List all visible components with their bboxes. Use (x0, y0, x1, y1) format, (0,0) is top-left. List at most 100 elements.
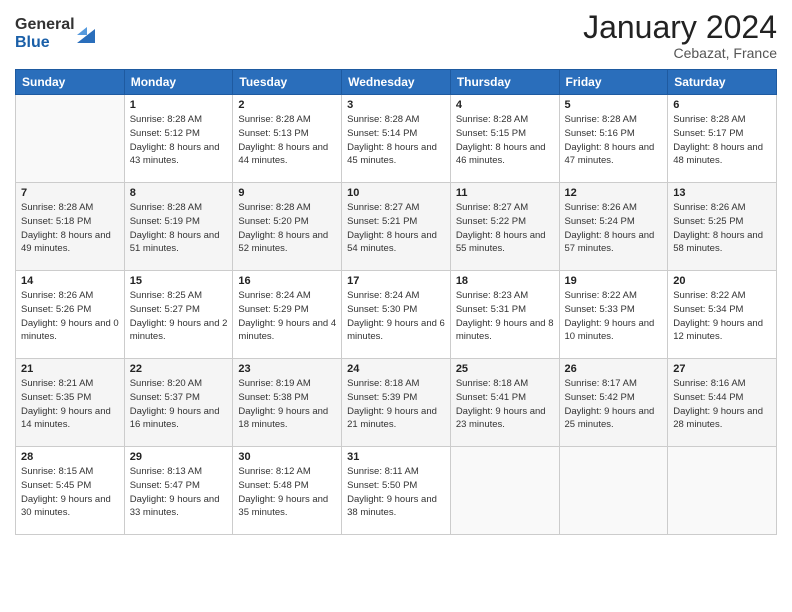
table-row (668, 447, 777, 535)
sunrise: Sunrise: 8:27 AM (347, 202, 419, 213)
day-number: 24 (347, 363, 445, 375)
table-row: 29 Sunrise: 8:13 AM Sunset: 5:47 PM Dayl… (124, 447, 233, 535)
sunset: Sunset: 5:27 PM (130, 304, 200, 315)
cell-content: Sunrise: 8:28 AM Sunset: 5:20 PM Dayligh… (238, 201, 336, 256)
daylight: Daylight: 9 hours and 38 minutes. (347, 494, 437, 519)
col-tuesday: Tuesday (233, 70, 342, 95)
cell-content: Sunrise: 8:17 AM Sunset: 5:42 PM Dayligh… (565, 377, 663, 432)
table-row (16, 95, 125, 183)
sunset: Sunset: 5:18 PM (21, 216, 91, 227)
cell-content: Sunrise: 8:28 AM Sunset: 5:18 PM Dayligh… (21, 201, 119, 256)
table-row: 14 Sunrise: 8:26 AM Sunset: 5:26 PM Dayl… (16, 271, 125, 359)
col-sunday: Sunday (16, 70, 125, 95)
col-wednesday: Wednesday (342, 70, 451, 95)
day-number: 5 (565, 99, 663, 111)
day-number: 30 (238, 451, 336, 463)
cell-content: Sunrise: 8:27 AM Sunset: 5:22 PM Dayligh… (456, 201, 554, 256)
day-number: 14 (21, 275, 119, 287)
sunrise: Sunrise: 8:11 AM (347, 466, 419, 477)
col-saturday: Saturday (668, 70, 777, 95)
col-thursday: Thursday (450, 70, 559, 95)
cell-content: Sunrise: 8:11 AM Sunset: 5:50 PM Dayligh… (347, 465, 445, 520)
table-row: 30 Sunrise: 8:12 AM Sunset: 5:48 PM Dayl… (233, 447, 342, 535)
table-row: 21 Sunrise: 8:21 AM Sunset: 5:35 PM Dayl… (16, 359, 125, 447)
table-row: 10 Sunrise: 8:27 AM Sunset: 5:21 PM Dayl… (342, 183, 451, 271)
table-row: 13 Sunrise: 8:26 AM Sunset: 5:25 PM Dayl… (668, 183, 777, 271)
sunset: Sunset: 5:41 PM (456, 392, 526, 403)
sunrise: Sunrise: 8:28 AM (130, 114, 202, 125)
sunrise: Sunrise: 8:18 AM (456, 378, 528, 389)
day-number: 28 (21, 451, 119, 463)
sunrise: Sunrise: 8:26 AM (673, 202, 745, 213)
cell-content: Sunrise: 8:28 AM Sunset: 5:16 PM Dayligh… (565, 113, 663, 168)
sunset: Sunset: 5:25 PM (673, 216, 743, 227)
day-number: 8 (130, 187, 228, 199)
daylight: Daylight: 9 hours and 10 minutes. (565, 318, 655, 343)
day-number: 4 (456, 99, 554, 111)
day-number: 23 (238, 363, 336, 375)
cell-content: Sunrise: 8:13 AM Sunset: 5:47 PM Dayligh… (130, 465, 228, 520)
cell-content: Sunrise: 8:28 AM Sunset: 5:19 PM Dayligh… (130, 201, 228, 256)
daylight: Daylight: 9 hours and 2 minutes. (130, 318, 228, 343)
daylight: Daylight: 9 hours and 6 minutes. (347, 318, 445, 343)
table-row: 15 Sunrise: 8:25 AM Sunset: 5:27 PM Dayl… (124, 271, 233, 359)
table-row: 28 Sunrise: 8:15 AM Sunset: 5:45 PM Dayl… (16, 447, 125, 535)
day-number: 17 (347, 275, 445, 287)
table-row: 23 Sunrise: 8:19 AM Sunset: 5:38 PM Dayl… (233, 359, 342, 447)
table-row: 20 Sunrise: 8:22 AM Sunset: 5:34 PM Dayl… (668, 271, 777, 359)
sunset: Sunset: 5:35 PM (21, 392, 91, 403)
day-number: 16 (238, 275, 336, 287)
day-number: 6 (673, 99, 771, 111)
day-number: 29 (130, 451, 228, 463)
sunrise: Sunrise: 8:12 AM (238, 466, 310, 477)
day-number: 26 (565, 363, 663, 375)
sunrise: Sunrise: 8:13 AM (130, 466, 202, 477)
table-row: 22 Sunrise: 8:20 AM Sunset: 5:37 PM Dayl… (124, 359, 233, 447)
sunset: Sunset: 5:14 PM (347, 128, 417, 139)
sunrise: Sunrise: 8:19 AM (238, 378, 310, 389)
day-number: 3 (347, 99, 445, 111)
cell-content: Sunrise: 8:26 AM Sunset: 5:26 PM Dayligh… (21, 289, 119, 344)
table-row: 7 Sunrise: 8:28 AM Sunset: 5:18 PM Dayli… (16, 183, 125, 271)
table-row: 19 Sunrise: 8:22 AM Sunset: 5:33 PM Dayl… (559, 271, 668, 359)
cell-content: Sunrise: 8:28 AM Sunset: 5:15 PM Dayligh… (456, 113, 554, 168)
cell-content: Sunrise: 8:23 AM Sunset: 5:31 PM Dayligh… (456, 289, 554, 344)
cell-content: Sunrise: 8:16 AM Sunset: 5:44 PM Dayligh… (673, 377, 771, 432)
daylight: Daylight: 9 hours and 16 minutes. (130, 406, 220, 431)
sunset: Sunset: 5:47 PM (130, 480, 200, 491)
daylight: Daylight: 9 hours and 8 minutes. (456, 318, 554, 343)
day-number: 18 (456, 275, 554, 287)
sunrise: Sunrise: 8:24 AM (347, 290, 419, 301)
day-number: 1 (130, 99, 228, 111)
sunrise: Sunrise: 8:26 AM (565, 202, 637, 213)
sunrise: Sunrise: 8:16 AM (673, 378, 745, 389)
daylight: Daylight: 9 hours and 23 minutes. (456, 406, 546, 431)
daylight: Daylight: 8 hours and 54 minutes. (347, 230, 437, 255)
cell-content: Sunrise: 8:26 AM Sunset: 5:24 PM Dayligh… (565, 201, 663, 256)
daylight: Daylight: 8 hours and 51 minutes. (130, 230, 220, 255)
sunset: Sunset: 5:20 PM (238, 216, 308, 227)
cell-content: Sunrise: 8:28 AM Sunset: 5:17 PM Dayligh… (673, 113, 771, 168)
table-row (450, 447, 559, 535)
daylight: Daylight: 9 hours and 25 minutes. (565, 406, 655, 431)
sunset: Sunset: 5:34 PM (673, 304, 743, 315)
sunset: Sunset: 5:44 PM (673, 392, 743, 403)
sunrise: Sunrise: 8:26 AM (21, 290, 93, 301)
sunset: Sunset: 5:26 PM (21, 304, 91, 315)
cell-content: Sunrise: 8:12 AM Sunset: 5:48 PM Dayligh… (238, 465, 336, 520)
day-number: 11 (456, 187, 554, 199)
title-block: January 2024 Cebazat, France (583, 10, 777, 61)
sunset: Sunset: 5:12 PM (130, 128, 200, 139)
cell-content: Sunrise: 8:24 AM Sunset: 5:30 PM Dayligh… (347, 289, 445, 344)
sunset: Sunset: 5:29 PM (238, 304, 308, 315)
daylight: Daylight: 8 hours and 46 minutes. (456, 142, 546, 167)
sunset: Sunset: 5:42 PM (565, 392, 635, 403)
day-number: 9 (238, 187, 336, 199)
calendar-header-row: Sunday Monday Tuesday Wednesday Thursday… (16, 70, 777, 95)
sunset: Sunset: 5:37 PM (130, 392, 200, 403)
day-number: 22 (130, 363, 228, 375)
col-monday: Monday (124, 70, 233, 95)
table-row: 31 Sunrise: 8:11 AM Sunset: 5:50 PM Dayl… (342, 447, 451, 535)
day-number: 31 (347, 451, 445, 463)
table-row: 4 Sunrise: 8:28 AM Sunset: 5:15 PM Dayli… (450, 95, 559, 183)
